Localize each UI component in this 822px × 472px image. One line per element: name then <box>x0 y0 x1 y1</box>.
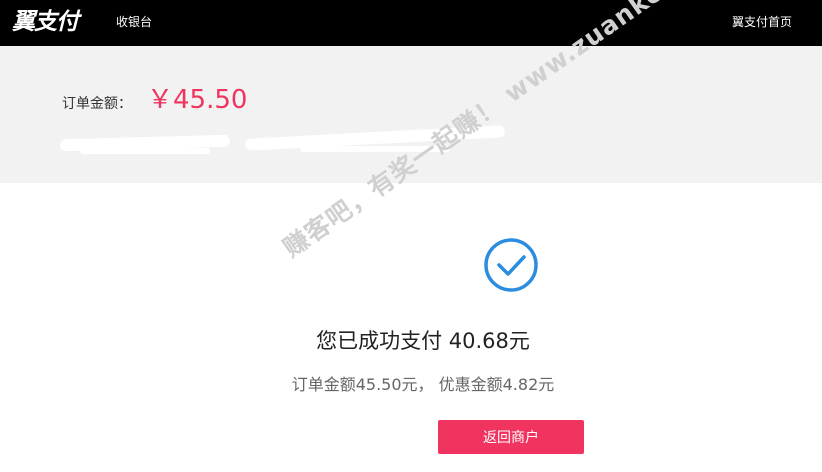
redacted-scribble <box>80 148 210 154</box>
return-to-merchant-button[interactable]: 返回商户 <box>438 420 584 454</box>
order-amount-label: 订单金额： <box>62 96 132 112</box>
top-navigation-bar: 翼支付 收银台 翼支付首页 <box>0 0 822 46</box>
cashier-label: 收银台 <box>116 15 153 29</box>
home-link[interactable]: 翼支付首页 <box>732 14 792 30</box>
logo: 翼支付 <box>12 9 79 35</box>
payment-detail: 订单金额45.50元， 优惠金额4.82元 <box>291 375 555 394</box>
order-amount-value: ￥45.50 <box>147 85 248 115</box>
payment-success-title: 您已成功支付 40.68元 <box>316 329 530 353</box>
check-circle-icon <box>484 238 538 292</box>
